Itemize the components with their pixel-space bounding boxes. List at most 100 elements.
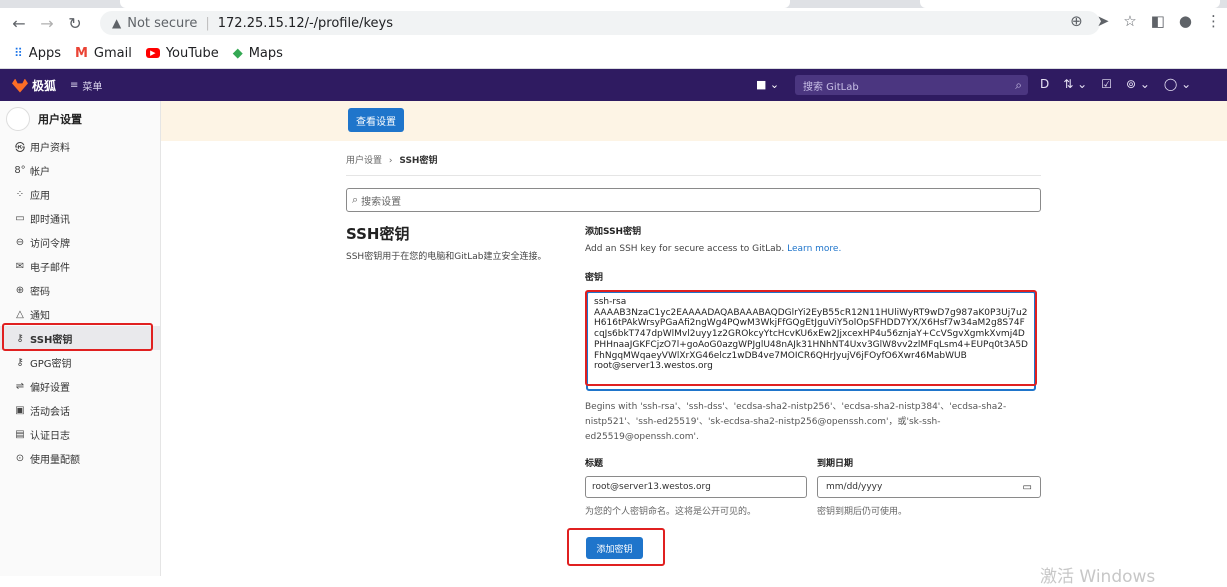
gitlab-search[interactable]: 搜索 GitLab ⌕ — [795, 75, 1028, 95]
sidebar-item-label: 通知 — [30, 310, 50, 322]
add-key-heading: 添加SSH密钥 — [585, 227, 642, 237]
email-icon: ✉ — [15, 260, 25, 272]
token-icon: ⊖ — [15, 236, 25, 248]
sidebar-item-usage-quotas[interactable]: ⊙ 使用量配额 — [0, 446, 160, 470]
sidebar-item-password[interactable]: ⊕ 密码 — [0, 278, 160, 302]
profile-icon[interactable]: ● — [1179, 12, 1192, 30]
settings-search-input[interactable]: ⌕ 搜索设置 — [346, 188, 1041, 212]
breadcrumb-parent[interactable]: 用户设置 — [346, 156, 382, 166]
menu-button[interactable]: ≡ 菜单 — [70, 78, 102, 93]
annotation-box-key — [585, 290, 1037, 386]
browser-toolbar: ← → ↻ ▲ Not secure | 172.25.15.12/-/prof… — [0, 8, 1227, 38]
search-placeholder: 搜索设置 — [361, 196, 402, 208]
sidebar-item-label: 活动会话 — [30, 406, 70, 418]
expiry-date-input[interactable]: mm/dd/yyyy ▭ — [817, 476, 1041, 498]
profile-icon: ㉿ — [15, 142, 25, 154]
help-icon[interactable]: ⊚ ⌄ — [1126, 77, 1150, 91]
new-dropdown-icon[interactable]: ■ ⌄ — [756, 78, 779, 91]
bookmark-gmail[interactable]: M Gmail — [75, 46, 132, 61]
sidebar-item-auth-log[interactable]: ▤ 认证日志 — [0, 422, 160, 446]
sidebar-item-preferences[interactable]: ⇌ 偏好设置 — [0, 374, 160, 398]
sidebar-item-emails[interactable]: ✉ 电子邮件 — [0, 254, 160, 278]
account-icon: 8° — [14, 164, 26, 176]
browser-tab-strip — [0, 0, 1227, 8]
learn-more-link[interactable]: Learn more. — [787, 244, 841, 254]
sidebar-header[interactable]: 用户设置 — [6, 107, 82, 131]
reload-icon[interactable]: ↻ — [64, 12, 86, 34]
sessions-icon: ▣ — [15, 404, 25, 416]
avatar — [6, 107, 30, 131]
youtube-icon: ▶ — [145, 48, 160, 58]
expiry-help-text: 密钥到期后仍可使用。 — [817, 507, 908, 517]
search-icon: ⌕ — [352, 193, 359, 206]
sidebar-title: 用户设置 — [38, 113, 82, 126]
sidebar-item-label: 即时通讯 — [30, 214, 70, 226]
sidepanel-icon[interactable]: ◧ — [1151, 12, 1165, 30]
todo-icon[interactable]: ☑ — [1101, 77, 1112, 91]
sidebar-item-label: 帐户 — [30, 166, 50, 178]
key-label: 密钥 — [585, 273, 604, 283]
back-icon[interactable]: ← — [8, 12, 30, 34]
zoom-icon[interactable]: ⊕ — [1070, 12, 1083, 30]
preferences-icon: ⇌ — [15, 380, 25, 392]
browser-tab[interactable] — [120, 0, 790, 8]
warning-icon: ▲ — [112, 16, 122, 30]
not-secure-label: Not secure — [127, 15, 198, 31]
sidebar-item-profile[interactable]: ㉿用户资料 — [0, 134, 160, 158]
issues-icon[interactable]: D — [1040, 77, 1049, 91]
key-format-hint: Begins with 'ssh-rsa'、'ssh-dss'、'ecdsa-s… — [585, 402, 1007, 442]
divider — [346, 175, 1041, 176]
sidebar-item-active-sessions[interactable]: ▣ 活动会话 — [0, 398, 160, 422]
calendar-icon[interactable]: ▭ — [1023, 482, 1032, 493]
sidebar-item-chat[interactable]: ▭ 即时通讯 — [0, 206, 160, 230]
sidebar-item-applications[interactable]: ⁘ 应用 — [0, 182, 160, 206]
log-icon: ▤ — [15, 428, 25, 440]
title-input[interactable]: root@server13.westos.org — [585, 476, 807, 498]
sidebar-item-label: 访问令牌 — [30, 238, 70, 250]
sidebar-item-gpg-keys[interactable]: ⚷ GPG密钥 — [0, 350, 160, 374]
annotation-box-sidebar — [2, 323, 153, 351]
sidebar-item-label: 用户资料 — [30, 142, 70, 154]
maps-icon: ◆ — [232, 45, 243, 61]
address-bar[interactable]: ▲ Not secure | 172.25.15.12/-/profile/ke… — [100, 11, 1100, 35]
send-icon[interactable]: ➤ — [1097, 12, 1110, 30]
bell-icon: △ — [16, 308, 24, 320]
annotation-box-button — [567, 528, 665, 566]
gmail-icon: M — [74, 45, 88, 61]
address-separator: | — [205, 15, 210, 31]
sidebar-item-label: 使用量配额 — [30, 454, 80, 466]
kebab-menu-icon[interactable]: ⋮ — [1206, 12, 1221, 30]
bookmark-maps[interactable]: ◆ Maps — [233, 46, 283, 61]
apps-grid-icon: ⠿ — [14, 46, 23, 60]
browser-tab[interactable] — [920, 0, 1220, 8]
applications-icon: ⁘ — [15, 188, 25, 200]
sidebar-item-label: 电子邮件 — [30, 262, 70, 274]
quota-icon: ⊙ — [15, 452, 25, 464]
user-avatar-icon[interactable]: ◯ ⌄ — [1164, 77, 1191, 91]
title-help-text: 为您的个人密钥命名。这将是公开可见的。 — [585, 507, 757, 517]
view-settings-button[interactable]: 查看设置 — [348, 108, 404, 132]
search-icon: ⌕ — [1015, 77, 1022, 92]
forward-icon[interactable]: → — [36, 12, 58, 34]
sidebar-item-account[interactable]: 8° 帐户 — [0, 158, 160, 182]
bookmark-apps[interactable]: ⠿ Apps — [14, 46, 61, 61]
sidebar-item-access-tokens[interactable]: ⊖ 访问令牌 — [0, 230, 160, 254]
search-placeholder: 搜索 GitLab — [803, 81, 859, 93]
gitlab-logo[interactable]: 极狐 — [12, 77, 56, 94]
expiry-placeholder: mm/dd/yyyy — [826, 482, 883, 492]
header-icons: D ⇅ ⌄ ☑ ⊚ ⌄ ◯ ⌄ — [1040, 77, 1191, 91]
sidebar-item-label: 认证日志 — [30, 430, 70, 442]
page-title: SSH密钥 — [346, 225, 410, 243]
merge-request-icon[interactable]: ⇅ ⌄ — [1063, 77, 1087, 91]
bookmark-youtube[interactable]: ▶ YouTube — [145, 46, 219, 61]
sidebar-item-label: GPG密钥 — [30, 358, 72, 370]
expiry-label: 到期日期 — [817, 459, 854, 469]
star-icon[interactable]: ☆ — [1123, 12, 1136, 30]
breadcrumb-current: SSH密钥 — [399, 156, 438, 166]
toolbar-icons: ⊕ ➤ ☆ ◧ ● ⋮ — [1070, 12, 1221, 30]
url-text: 172.25.15.12/-/profile/keys — [217, 15, 394, 31]
key-icon: ⚷ — [16, 356, 24, 368]
lock-icon: ⊕ — [15, 284, 25, 296]
bookmark-label: Maps — [248, 45, 283, 61]
fox-logo-icon — [12, 78, 28, 93]
